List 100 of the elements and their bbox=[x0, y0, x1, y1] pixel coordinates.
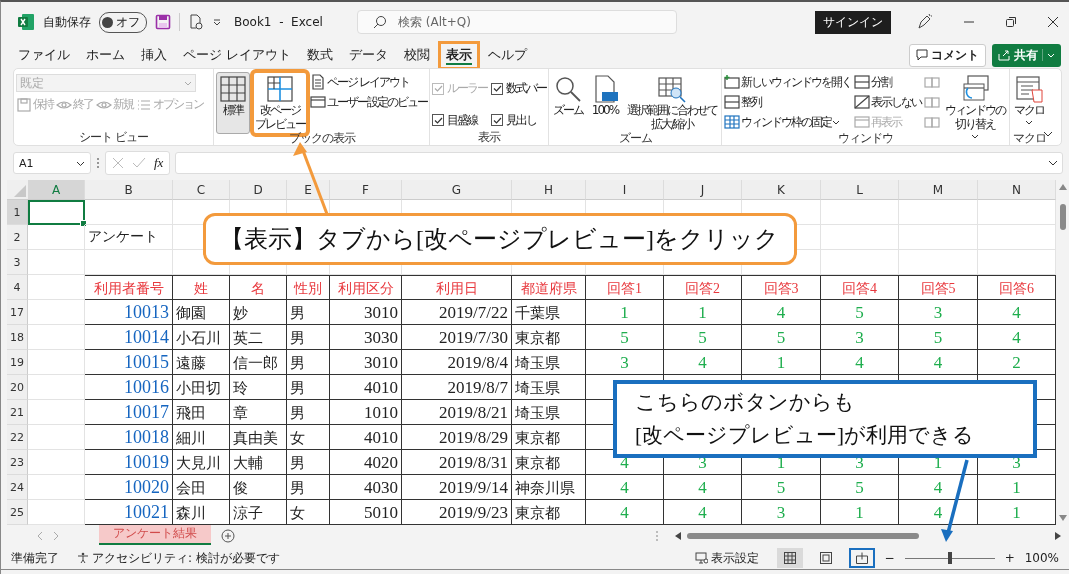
close-icon[interactable] bbox=[1047, 16, 1059, 28]
table-cell: 男 bbox=[287, 450, 330, 475]
menu-tab[interactable]: 校閲 bbox=[396, 40, 438, 70]
ribbon-large-button[interactable]: 改ページ プレビュー bbox=[253, 72, 307, 134]
column-header[interactable]: F bbox=[330, 180, 402, 200]
ribbon-large-button[interactable]: マクロ bbox=[1012, 72, 1046, 128]
row-number[interactable]: 23 bbox=[7, 450, 28, 475]
ribbon-large-button[interactable]: 100% bbox=[588, 72, 622, 120]
row-number[interactable]: 3 bbox=[7, 250, 28, 275]
table-cell: 3010 bbox=[330, 350, 402, 375]
next-sheet-icon[interactable] bbox=[53, 532, 59, 540]
row-number[interactable]: 4 bbox=[7, 275, 28, 300]
table-cell: 2019/9/14 bbox=[402, 475, 512, 500]
column-header[interactable]: N bbox=[978, 180, 1056, 200]
formula-input[interactable] bbox=[175, 152, 1063, 174]
row-number[interactable]: 25 bbox=[7, 500, 28, 525]
table-cell: 男 bbox=[287, 375, 330, 400]
table-cell: 5 bbox=[586, 325, 664, 350]
row-number[interactable]: 1 bbox=[7, 200, 28, 225]
name-box[interactable]: A1 bbox=[13, 152, 91, 174]
caret-icon bbox=[1047, 51, 1055, 59]
window-icon bbox=[854, 94, 870, 110]
ribbon-button[interactable]: ページ レイアウト bbox=[310, 73, 427, 91]
column-header[interactable]: D bbox=[230, 180, 287, 200]
view-button[interactable] bbox=[848, 548, 875, 568]
table-cell: 埼玉県 bbox=[512, 400, 586, 425]
scroll-thumb[interactable] bbox=[1059, 204, 1066, 230]
previous-sheet-icon[interactable] bbox=[37, 532, 43, 540]
row-number[interactable]: 24 bbox=[7, 475, 28, 500]
scroll-left-icon[interactable] bbox=[675, 532, 681, 540]
menu-tab[interactable]: ホーム bbox=[78, 40, 133, 70]
pen-icon[interactable] bbox=[915, 13, 933, 31]
column-header[interactable]: G bbox=[402, 180, 512, 200]
table-header-cell: 回答1 bbox=[586, 275, 664, 300]
select-all-corner[interactable] bbox=[7, 180, 28, 200]
row-number[interactable]: 17 bbox=[7, 300, 28, 325]
scroll-right-icon[interactable] bbox=[1055, 532, 1061, 540]
pages-icon bbox=[924, 74, 940, 90]
column-header[interactable]: E bbox=[287, 180, 330, 200]
column-header[interactable]: C bbox=[173, 180, 230, 200]
menu-tab[interactable]: データ bbox=[341, 40, 396, 70]
row-number[interactable]: 18 bbox=[7, 325, 28, 350]
ribbon-checkbox[interactable]: 数式バー bbox=[491, 78, 546, 100]
check-icon[interactable] bbox=[132, 157, 146, 169]
row-number[interactable]: 20 bbox=[7, 375, 28, 400]
ribbon-large-button[interactable]: 標準 bbox=[216, 72, 250, 134]
save-icon[interactable] bbox=[155, 14, 171, 30]
ribbon-button[interactable]: 分割 bbox=[854, 73, 921, 91]
row-number[interactable]: 19 bbox=[7, 350, 28, 375]
column-header[interactable]: M bbox=[899, 180, 978, 200]
column-header[interactable]: K bbox=[742, 180, 821, 200]
row-number[interactable]: 22 bbox=[7, 425, 28, 450]
ribbon-button[interactable]: ユーザー設定のビュー bbox=[310, 93, 427, 111]
display-settings-button[interactable]: 表示設定 bbox=[694, 549, 759, 567]
menu-tab[interactable]: ページ レイアウト bbox=[175, 40, 299, 70]
customize-caret-icon[interactable] bbox=[212, 17, 222, 27]
ribbon-large-button[interactable]: ウィンドウの 切り替え bbox=[943, 72, 1007, 142]
insert-function-button[interactable]: fx bbox=[154, 155, 164, 171]
sign-in-button[interactable]: サインイン bbox=[815, 10, 891, 34]
comment-button[interactable]: コメント bbox=[909, 43, 986, 67]
ribbon-button[interactable]: 整列 bbox=[724, 93, 851, 111]
ribbon-checkbox[interactable]: 目盛線 bbox=[432, 109, 487, 131]
column-header[interactable]: A bbox=[28, 180, 85, 200]
table-cell: 10015 bbox=[85, 350, 173, 375]
add-sheet-icon[interactable] bbox=[221, 529, 235, 543]
scroll-down-icon[interactable] bbox=[1058, 515, 1067, 521]
accessibility-status[interactable]: アクセシビリティ: 検討が必要です bbox=[77, 549, 280, 567]
column-header[interactable]: H bbox=[512, 180, 586, 200]
zoom-in-button[interactable]: + bbox=[1004, 551, 1015, 565]
ribbon-button[interactable]: 表示しない bbox=[854, 93, 921, 111]
scroll-up-icon[interactable] bbox=[1058, 184, 1067, 190]
column-header[interactable]: L bbox=[821, 180, 899, 200]
table-cell: 4 bbox=[664, 350, 742, 375]
ribbon-checkbox[interactable]: 見出し bbox=[491, 109, 546, 131]
autosave-toggle[interactable]: オフ bbox=[99, 11, 147, 33]
view-button[interactable] bbox=[776, 548, 803, 568]
row-number[interactable]: 21 bbox=[7, 400, 28, 425]
menu-tab[interactable]: 挿入 bbox=[133, 40, 175, 70]
menu-tab[interactable]: ヘルプ bbox=[480, 40, 535, 70]
table-header-cell: 利用日 bbox=[402, 275, 512, 300]
column-header[interactable]: J bbox=[664, 180, 742, 200]
touch-mode-icon[interactable] bbox=[188, 14, 204, 30]
row-number[interactable]: 2 bbox=[7, 225, 28, 250]
zoom-level[interactable]: 100% bbox=[1024, 551, 1059, 565]
search-field[interactable]: 検索 (Alt+Q) bbox=[357, 10, 677, 34]
menu-tab[interactable]: 数式 bbox=[299, 40, 341, 70]
table-header-cell: 名 bbox=[230, 275, 287, 300]
ribbon-large-button[interactable]: ズーム bbox=[551, 72, 585, 120]
share-button[interactable]: 共有 bbox=[992, 43, 1061, 67]
ribbon-button[interactable]: 新しいウィンドウを開く bbox=[724, 73, 851, 91]
column-header[interactable]: I bbox=[586, 180, 664, 200]
column-header[interactable]: B bbox=[85, 180, 173, 200]
menu-tab[interactable]: ファイル bbox=[10, 40, 78, 70]
zoom-out-button[interactable]: − bbox=[884, 551, 895, 565]
ribbon-button[interactable]: ウィンドウ枠の固定 bbox=[724, 113, 851, 131]
autosave-label: 自動保存 bbox=[43, 13, 91, 31]
scroll-thumb[interactable] bbox=[687, 533, 919, 539]
restore-icon[interactable] bbox=[1005, 16, 1017, 28]
collapse-ribbon-icon[interactable] bbox=[1043, 129, 1053, 139]
cancel-icon[interactable] bbox=[112, 157, 124, 169]
